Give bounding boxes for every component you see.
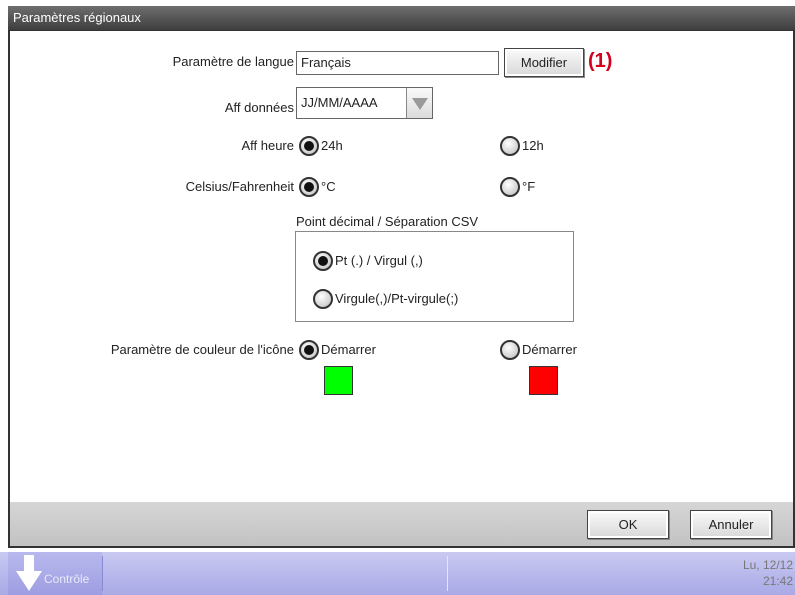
icon-color-1-label: Démarrer [321, 342, 376, 357]
down-arrow-icon [16, 555, 42, 591]
annotation-label: (1) [588, 50, 613, 72]
radio-decimal-comma[interactable] [313, 289, 333, 309]
date-format-value: JJ/MM/AAAA [301, 95, 378, 110]
date-display-label: Aff données [224, 100, 294, 115]
settings-content: Paramètre de langue Français Modifier (1… [10, 31, 793, 502]
radio-12h[interactable] [500, 136, 520, 156]
red-color-swatch[interactable] [529, 366, 558, 395]
radio-fahrenheit[interactable] [500, 177, 520, 197]
radio-24h[interactable] [299, 136, 319, 156]
ok-button[interactable]: OK [587, 510, 669, 539]
decimal-point-label: Pt (.) / Virgul (,) [335, 253, 423, 268]
radio-decimal-point[interactable] [313, 251, 333, 271]
decimal-group-label: Point décimal / Séparation CSV [296, 214, 479, 229]
dialog-footer: OK Annuler [10, 502, 793, 546]
radio-celsius[interactable] [299, 177, 319, 197]
language-field: Français [296, 51, 499, 75]
language-label: Paramètre de langue [172, 54, 294, 69]
time-display-label: Aff heure [241, 138, 294, 153]
taskbar-control-label: Contrôle [44, 572, 90, 586]
window-title: Paramètres régionaux [8, 6, 795, 30]
radio-icon-color-2[interactable] [500, 340, 520, 360]
date-format-dropdown[interactable]: JJ/MM/AAAA [296, 87, 433, 119]
option-celsius-label: °C [321, 179, 336, 194]
decimal-groupbox [295, 231, 574, 322]
option-12h-label: 12h [522, 138, 544, 153]
settings-window: Paramètres régionaux Paramètre de langue… [8, 6, 795, 548]
taskbar: Contrôle Lu, 12/12 21:42 [0, 552, 795, 595]
taskbar-date: Lu, 12/12 [742, 558, 793, 572]
decimal-comma-label: Virgule(,)/Pt-virgule(;) [335, 291, 459, 306]
taskbar-control-button[interactable]: Contrôle [8, 552, 102, 595]
cancel-button[interactable]: Annuler [690, 510, 772, 539]
icon-color-label: Paramètre de couleur de l'icône [110, 342, 294, 357]
taskbar-separator [447, 556, 448, 591]
green-color-swatch[interactable] [324, 366, 353, 395]
taskbar-separator [102, 556, 103, 591]
chevron-down-icon[interactable] [406, 88, 432, 118]
option-24h-label: 24h [321, 138, 343, 153]
icon-color-2-label: Démarrer [522, 342, 577, 357]
taskbar-time: 21:42 [762, 574, 793, 588]
option-fahrenheit-label: °F [522, 179, 536, 194]
temperature-label: Celsius/Fahrenheit [185, 179, 294, 194]
radio-icon-color-1[interactable] [299, 340, 319, 360]
modify-language-button[interactable]: Modifier [504, 48, 584, 77]
